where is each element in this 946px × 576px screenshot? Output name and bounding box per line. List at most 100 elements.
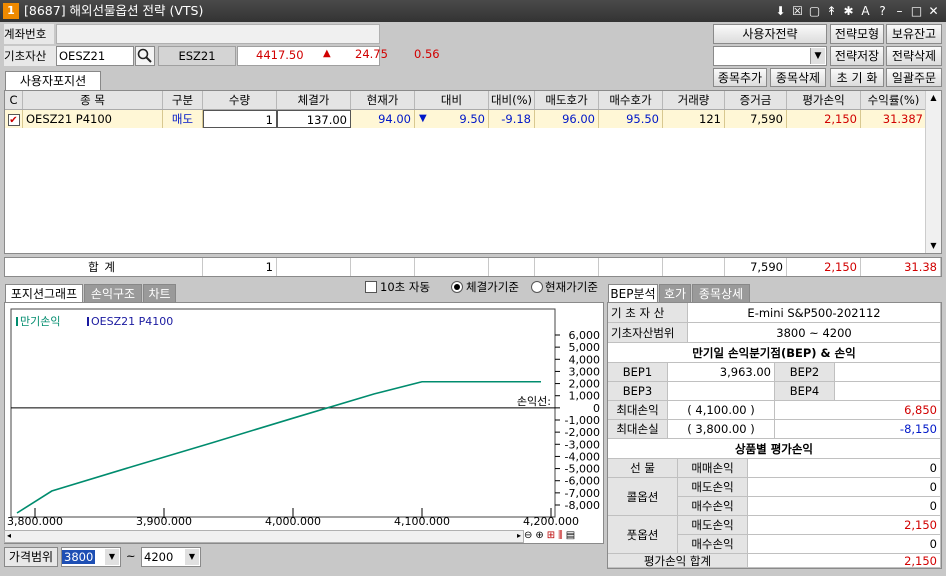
cell-cur: 94.00 — [351, 110, 415, 128]
bulk-order-button[interactable]: 일괄주문 — [886, 68, 942, 87]
legend-option: OESZ21 P4100 — [91, 315, 173, 328]
strategy-delete-button[interactable]: 전략삭제 — [886, 46, 942, 66]
legend-payoff: 만기손익 — [20, 315, 60, 328]
row-checkbox[interactable]: ✔ — [7, 114, 20, 126]
col-exec-header[interactable]: 체결가 — [277, 91, 351, 109]
scroll-down-icon[interactable]: ▼ — [926, 239, 941, 253]
col-ret-header[interactable]: 수익률(%) — [861, 91, 927, 109]
call-short-value: 0 — [748, 478, 941, 497]
auto-refresh-checkbox[interactable] — [365, 281, 377, 293]
total-empty-cell — [489, 258, 535, 276]
col-vol-header[interactable]: 거래량 — [663, 91, 725, 109]
col-side-header[interactable]: 구분 — [163, 91, 203, 109]
col-ask-header[interactable]: 매도호가 — [535, 91, 599, 109]
zoom-in-icon[interactable]: ⊕ — [535, 530, 543, 541]
checkbox-icon[interactable]: ☒ — [791, 3, 804, 19]
col-margin-header[interactable]: 증거금 — [725, 91, 787, 109]
tab-pnl-structure[interactable]: 손익구조 — [84, 284, 142, 303]
chevron-down-icon[interactable]: ▼ — [185, 549, 199, 565]
range-to-select[interactable]: 4200 ▼ — [141, 547, 201, 567]
cell-exec[interactable]: 137.00 — [277, 110, 351, 128]
grid-settings-icon[interactable]: ⊞ — [547, 530, 555, 541]
total-qty: 1 — [203, 258, 277, 276]
cell-pnl: 2,150 — [787, 110, 861, 128]
tab-user-position[interactable]: 사용자포지션 — [5, 71, 101, 90]
chevron-down-icon[interactable]: ▼ — [105, 549, 119, 565]
minimize-icon[interactable]: – — [893, 3, 906, 19]
position-graph-panel: 만기손익 OESZ21 P4100 손익선: 6,000 5,000 4,000 3,000… — [4, 302, 604, 544]
pin-icon[interactable]: ↟ — [825, 3, 838, 19]
scroll-left-icon[interactable]: ◂ — [7, 531, 11, 540]
put-short-label: 매도손익 — [678, 516, 748, 535]
total-empty-cell — [663, 258, 725, 276]
delete-item-button[interactable]: 종목삭제 — [770, 68, 826, 87]
tab-chart[interactable]: 차트 — [143, 284, 176, 303]
help-icon[interactable]: ? — [876, 3, 889, 19]
close-icon[interactable]: ✕ — [927, 3, 940, 19]
cell-qty[interactable]: 1 — [203, 110, 277, 128]
range-label: 기초자산범위 — [608, 323, 688, 343]
wallet-icon[interactable]: ⬇ — [774, 3, 787, 19]
underlying-value: E-mini S&P500-202112 — [688, 303, 941, 323]
change-value: 9.50 — [459, 112, 485, 126]
max-loss-value: -8,150 — [775, 420, 941, 439]
max-profit-price: 4,100.00 — [695, 403, 747, 417]
holdings-button[interactable]: 보유잔고 — [886, 24, 942, 44]
cell-side: 매도 — [163, 110, 203, 128]
settings-icon[interactable]: ✱ — [842, 3, 855, 19]
futures-trade-value: 0 — [748, 459, 941, 478]
col-pnl-header[interactable]: 평가손익 — [787, 91, 861, 109]
monitor-icon[interactable]: ▢ — [808, 3, 821, 19]
col-qty-header[interactable]: 수량 — [203, 91, 277, 109]
account-field[interactable] — [56, 24, 380, 44]
cell-margin: 7,590 — [725, 110, 787, 128]
table-scrollbar[interactable]: ▲ ▼ — [925, 91, 941, 253]
y-tick-label: 6,000 — [569, 329, 601, 342]
user-strategy-button[interactable]: 사용자전략 — [713, 24, 827, 44]
tab-bep-analysis[interactable]: BEP분석 — [608, 284, 658, 303]
scroll-up-icon[interactable]: ▲ — [926, 91, 941, 105]
underlying-name: ESZ21 — [158, 46, 236, 66]
maximize-icon[interactable]: □ — [910, 3, 923, 19]
chevron-down-icon[interactable]: ▼ — [810, 48, 825, 64]
y-tick-label: 3,000 — [569, 365, 601, 378]
strategy-save-button[interactable]: 전략저장 — [830, 46, 884, 66]
strategy-select[interactable]: ▼ — [713, 46, 827, 66]
reset-button[interactable]: 초 기 화 — [830, 68, 884, 87]
add-item-button[interactable]: 종목추가 — [713, 68, 767, 87]
col-cur-header[interactable]: 현재가 — [351, 91, 415, 109]
range-to-value: 4200 — [144, 550, 174, 564]
table-row[interactable]: ✔ OESZ21 P4100 매도 1 137.00 94.00 ▼ 9.50 -9.18 96.… — [5, 110, 927, 128]
tab-position-graph[interactable]: 포지션그래프 — [5, 284, 83, 303]
search-icon[interactable] — [135, 46, 155, 66]
exec-basis-radio[interactable] — [451, 281, 463, 293]
cell-name: OESZ21 P4100 — [23, 110, 163, 128]
strategy-model-button[interactable]: 전략모형 — [830, 24, 884, 44]
total-empty-cell — [599, 258, 663, 276]
chart-scrollbar[interactable]: ◂ ▸ — [4, 530, 524, 543]
total-empty-cell — [277, 258, 351, 276]
y-tick-label: 2,000 — [569, 378, 601, 391]
tab-item-detail[interactable]: 종목상세 — [692, 284, 750, 303]
cur-basis-radio[interactable] — [531, 281, 543, 293]
underlying-change: 24.75 — [355, 47, 388, 61]
x-tick-label: 4,000.000 — [265, 515, 321, 528]
underlying-code-input[interactable]: OESZ21 — [56, 46, 134, 66]
font-icon[interactable]: A — [859, 3, 872, 19]
scroll-right-icon[interactable]: ▸ — [517, 531, 521, 540]
range-from-select[interactable]: 3800 ▼ — [61, 547, 121, 567]
bep4-label: BEP4 — [775, 382, 835, 401]
zoom-out-icon[interactable]: ⊖ — [524, 530, 532, 541]
col-chgpct-header[interactable]: 대비(%) — [489, 91, 535, 109]
bars-icon[interactable]: ⫼ — [558, 530, 563, 541]
tab-quotes[interactable]: 호가 — [659, 284, 691, 303]
col-chg-header[interactable]: 대비 — [415, 91, 489, 109]
total-empty-cell — [351, 258, 415, 276]
print-icon[interactable]: ▤ — [566, 530, 575, 541]
col-bid-header[interactable]: 매수호가 — [599, 91, 663, 109]
cell-chg: ▼ 9.50 — [415, 110, 489, 128]
col-item-header[interactable]: 종 목 — [23, 91, 163, 109]
cell-vol: 121 — [663, 110, 725, 128]
col-check-header[interactable]: C — [5, 91, 23, 109]
total-empty-cell — [415, 258, 489, 276]
